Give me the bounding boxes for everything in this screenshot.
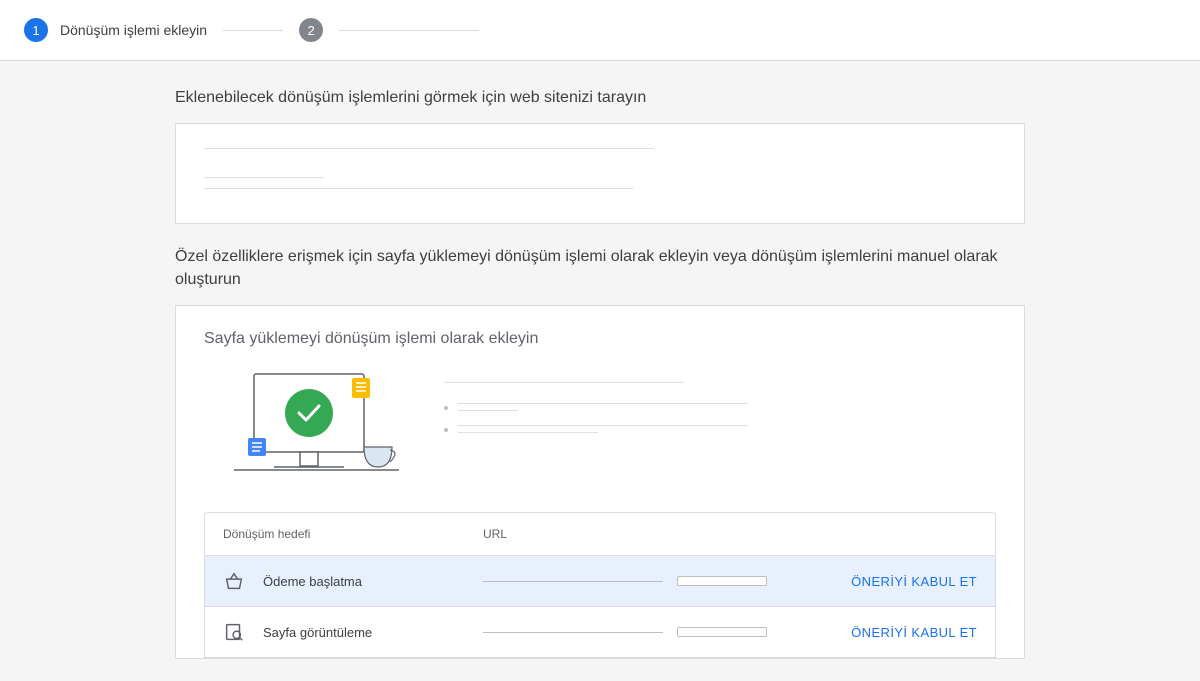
conversion-table: Dönüşüm hedefi URL Ödeme başlatma ÖNERİY… — [204, 512, 996, 658]
monitor-illustration — [204, 372, 404, 482]
step-1-circle: 1 — [24, 18, 48, 42]
row-goal-label: Ödeme başlatma — [263, 574, 483, 589]
page-load-card: Sayfa yüklemeyi dönüşüm işlemi olarak ek… — [175, 305, 1025, 659]
page-load-card-title: Sayfa yüklemeyi dönüşüm işlemi olarak ek… — [204, 330, 996, 348]
url-box-placeholder — [677, 576, 767, 586]
row-url-cell — [483, 576, 807, 586]
row-icon-basket — [223, 570, 263, 592]
url-placeholder — [483, 581, 663, 582]
row-action: ÖNERİYİ KABUL ET — [807, 573, 977, 589]
url-placeholder — [483, 632, 663, 633]
placeholder-text — [204, 148, 654, 149]
row-goal-label: Sayfa görüntüleme — [263, 625, 483, 640]
step-2-circle: 2 — [299, 18, 323, 42]
basket-icon — [223, 570, 245, 592]
row-icon-pageview — [223, 621, 263, 643]
accept-suggestion-button[interactable]: ÖNERİYİ KABUL ET — [851, 625, 977, 640]
header-url: URL — [483, 527, 977, 541]
step-2[interactable]: 2 — [299, 18, 323, 42]
placeholder-text — [204, 188, 634, 189]
table-header: Dönüşüm hedefi URL — [205, 513, 995, 556]
stepper: 1 Dönüşüm işlemi ekleyin 2 — [0, 0, 1200, 61]
table-row: Sayfa görüntüleme ÖNERİYİ KABUL ET — [205, 607, 995, 657]
placeholder-line — [444, 382, 996, 383]
placeholder-text — [204, 177, 324, 178]
section-1-title: Eklenebilecek dönüşüm işlemlerini görmek… — [175, 87, 1025, 109]
row-action: ÖNERİYİ KABUL ET — [807, 624, 977, 640]
header-goal: Dönüşüm hedefi — [223, 527, 483, 541]
bullet-item — [444, 425, 996, 433]
section-2-title: Özel özelliklere erişmek için sayfa yükl… — [175, 246, 1025, 291]
accept-suggestion-button[interactable]: ÖNERİYİ KABUL ET — [851, 574, 977, 589]
main-content: Eklenebilecek dönüşüm işlemlerini görmek… — [175, 61, 1025, 659]
url-box-placeholder — [677, 627, 767, 637]
step-1[interactable]: 1 Dönüşüm işlemi ekleyin — [24, 18, 207, 42]
step-1-label: Dönüşüm işlemi ekleyin — [60, 22, 207, 38]
step-connector-1 — [223, 30, 283, 31]
illustration-row — [204, 372, 996, 482]
scan-website-card — [175, 123, 1025, 224]
bullet-item — [444, 403, 996, 411]
step-connector-2 — [339, 30, 479, 31]
bullet-column — [444, 372, 996, 447]
pageview-icon — [223, 621, 245, 643]
row-url-cell — [483, 627, 807, 637]
